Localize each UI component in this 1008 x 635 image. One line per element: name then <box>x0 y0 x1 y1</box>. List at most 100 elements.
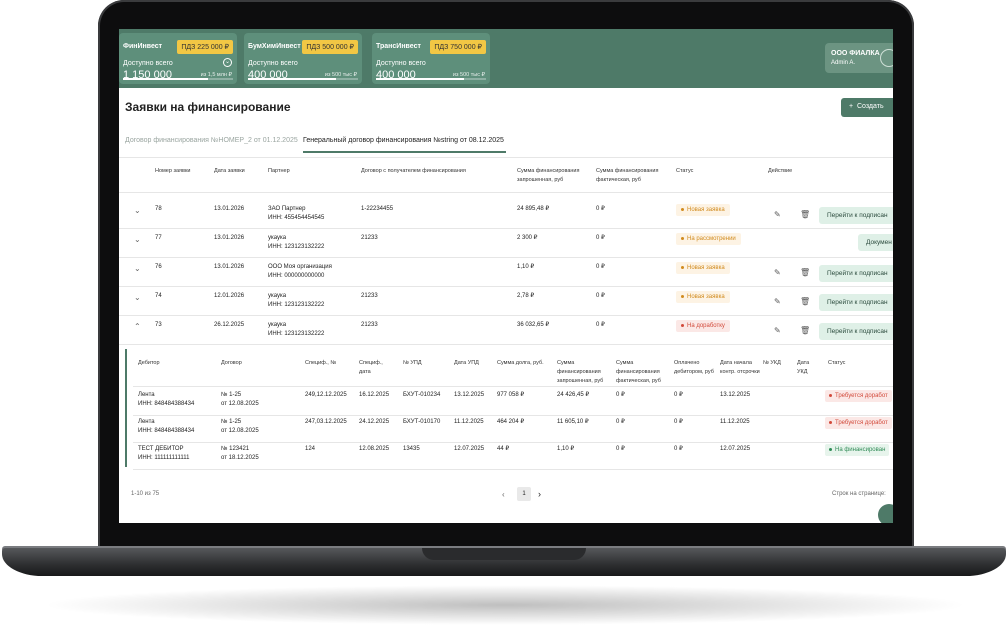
divider <box>119 157 893 158</box>
go-to-sign-button[interactable]: Перейти к подписан <box>819 294 893 311</box>
go-to-sign-button[interactable]: Перейти к подписан <box>819 207 893 224</box>
request-date: 13.01.2026 <box>214 235 245 241</box>
card-label: Доступно всего <box>248 60 298 67</box>
page-number[interactable]: 1 <box>517 487 531 501</box>
chevron-down-icon[interactable]: ⌄ <box>134 235 141 244</box>
user-name: Admin A. <box>831 60 856 66</box>
sub-start: 12.07.2025 <box>720 446 751 452</box>
tab-contract-2[interactable]: Генеральный договор финансирования №stri… <box>303 137 504 144</box>
next-page-icon[interactable]: › <box>538 489 541 499</box>
partner-inn: ИНН: 000000000000 <box>268 273 325 279</box>
laptop-notch <box>422 548 586 560</box>
sub-paid: 0 ₽ <box>674 419 683 425</box>
request-number: 76 <box>155 264 162 270</box>
app-screen: ФинИнвест ПДЗ 225 000 ₽ Доступно всего ⌄… <box>119 29 893 523</box>
go-to-sign-button[interactable]: Перейти к подписан <box>819 265 893 282</box>
edit-icon[interactable]: ✎ <box>774 210 781 219</box>
top-bar: ФинИнвест ПДЗ 225 000 ₽ Доступно всего ⌄… <box>119 29 893 88</box>
amount-actual: 0 ₽ <box>596 322 605 328</box>
sub-deb: Лента <box>138 392 155 398</box>
sub-dogdate: от 12.08.2025 <box>221 428 259 434</box>
card-badge: ПДЗ 500 000 ₽ <box>302 40 358 54</box>
partner-name: ООО Моя организация <box>268 264 332 270</box>
trash-icon[interactable]: 🗑 <box>800 297 810 306</box>
documents-button[interactable]: Докумен <box>858 234 893 251</box>
avatar-icon[interactable] <box>880 49 893 67</box>
sub-specn: 124 <box>305 446 316 452</box>
create-button[interactable]: + Создать <box>841 98 893 117</box>
sub-upd: БХУТ-010234 <box>403 392 441 398</box>
chevron-down-icon[interactable]: ⌄ <box>134 293 141 302</box>
partner-inn: ИНН: 123123132222 <box>268 244 325 250</box>
chat-icon[interactable] <box>878 504 893 523</box>
edit-icon[interactable]: ✎ <box>774 326 781 335</box>
sub-col-header: Сумма финансирования запрошенная, руб <box>557 360 604 384</box>
sub-dog: № 1-25 <box>221 419 242 425</box>
contract-number: 21233 <box>361 235 378 241</box>
status-badge: На рассмотрении <box>676 233 741 245</box>
tab-contract-1[interactable]: Договор финансирования №НОМЕР_2 от 01.12… <box>125 137 298 144</box>
status-text: На доработку <box>687 323 725 329</box>
plus-icon: + <box>849 103 854 110</box>
sub-upddate: 13.12.2025 <box>454 392 485 398</box>
trash-icon[interactable]: 🗑 <box>800 268 810 277</box>
sub-col-header: Сумма финансирования фактическая, руб <box>616 360 661 384</box>
partner-name: ЗАО Партнер <box>268 206 306 212</box>
sub-upddate: 12.07.2025 <box>454 446 485 452</box>
col-header: Дата заявки <box>214 168 245 174</box>
col-header: Договор с получателем финансирования <box>361 168 466 174</box>
amount-requested: 2 300 ₽ <box>517 235 538 241</box>
pagination-range: 1-10 из 75 <box>131 491 160 497</box>
divider <box>119 344 893 345</box>
page-title: Заявки на финансирование <box>125 100 291 114</box>
partner-inn: ИНН: 123123132222 <box>268 331 325 337</box>
trash-icon[interactable]: 🗑 <box>800 326 810 335</box>
sub-fact: 0 ₽ <box>616 419 625 425</box>
sub-debt: 44 ₽ <box>497 446 510 452</box>
sub-col-header: Оплачено дебитором, руб <box>674 360 714 375</box>
card-name: БумХимИнвест <box>248 43 301 50</box>
create-label: Создать <box>856 103 884 110</box>
sub-dogdate: от 18.12.2025 <box>221 455 259 461</box>
investor-card[interactable]: ТрансИнвест ПДЗ 750 000 ₽ Доступно всего… <box>372 33 490 84</box>
sub-status-text: Требуется доработ <box>835 393 888 399</box>
chevron-down-icon[interactable]: ⌄ <box>134 206 141 215</box>
edit-icon[interactable]: ✎ <box>774 268 781 277</box>
partner-inn: ИНН: 455454454545 <box>268 215 325 221</box>
partner-name: укаука <box>268 322 287 328</box>
edit-icon[interactable]: ✎ <box>774 297 781 306</box>
request-date: 13.01.2026 <box>214 206 245 212</box>
sub-deb: ТЕСТ ДЕБИТОР <box>138 446 184 452</box>
investor-card[interactable]: ФинИнвест ПДЗ 225 000 ₽ Доступно всего ⌄… <box>119 33 237 84</box>
col-header: Статус <box>676 168 694 174</box>
go-to-sign-button[interactable]: Перейти к подписан <box>819 323 893 340</box>
chevron-down-icon[interactable]: ⌄ <box>223 58 232 67</box>
org-switcher[interactable]: ООО ФИАЛКА Admin A. <box>825 43 893 73</box>
sub-status-text: Требуется доработ <box>835 420 888 426</box>
status-badge: На доработку <box>676 320 730 332</box>
sub-specn: 249,12.12.2025 <box>305 392 347 398</box>
sub-col-header: Дебитор <box>138 360 160 366</box>
amount-requested: 2,78 ₽ <box>517 293 535 299</box>
sub-status-badge: Требуется доработ <box>825 417 892 429</box>
chevron-up-icon[interactable]: ⌃ <box>134 322 141 331</box>
card-badge: ПДЗ 750 000 ₽ <box>430 40 486 54</box>
col-header: Сумма финансирования фактическая, руб <box>596 168 659 183</box>
col-header: Номер заявки <box>155 168 191 174</box>
trash-icon[interactable]: 🗑 <box>800 210 810 219</box>
investor-card[interactable]: БумХимИнвест ПДЗ 500 000 ₽ Доступно всег… <box>244 33 362 84</box>
partner-inn: ИНН: 123123132222 <box>268 302 325 308</box>
col-header: Действие <box>768 168 793 174</box>
chevron-down-icon[interactable]: ⌄ <box>134 264 141 273</box>
prev-page-icon[interactable]: ‹ <box>502 490 505 499</box>
amount-requested: 24 895,48 ₽ <box>517 206 550 212</box>
status-badge: Новая заявка <box>676 291 730 303</box>
contract-number: 21233 <box>361 293 378 299</box>
amount-requested: 1,10 ₽ <box>517 264 535 270</box>
sub-inn: ИНН: 848484388434 <box>138 401 195 407</box>
request-number: 77 <box>155 235 162 241</box>
sub-dog: № 1-25 <box>221 392 242 398</box>
sub-fact: 0 ₽ <box>616 446 625 452</box>
divider <box>119 286 893 287</box>
laptop-shadow <box>40 585 970 625</box>
